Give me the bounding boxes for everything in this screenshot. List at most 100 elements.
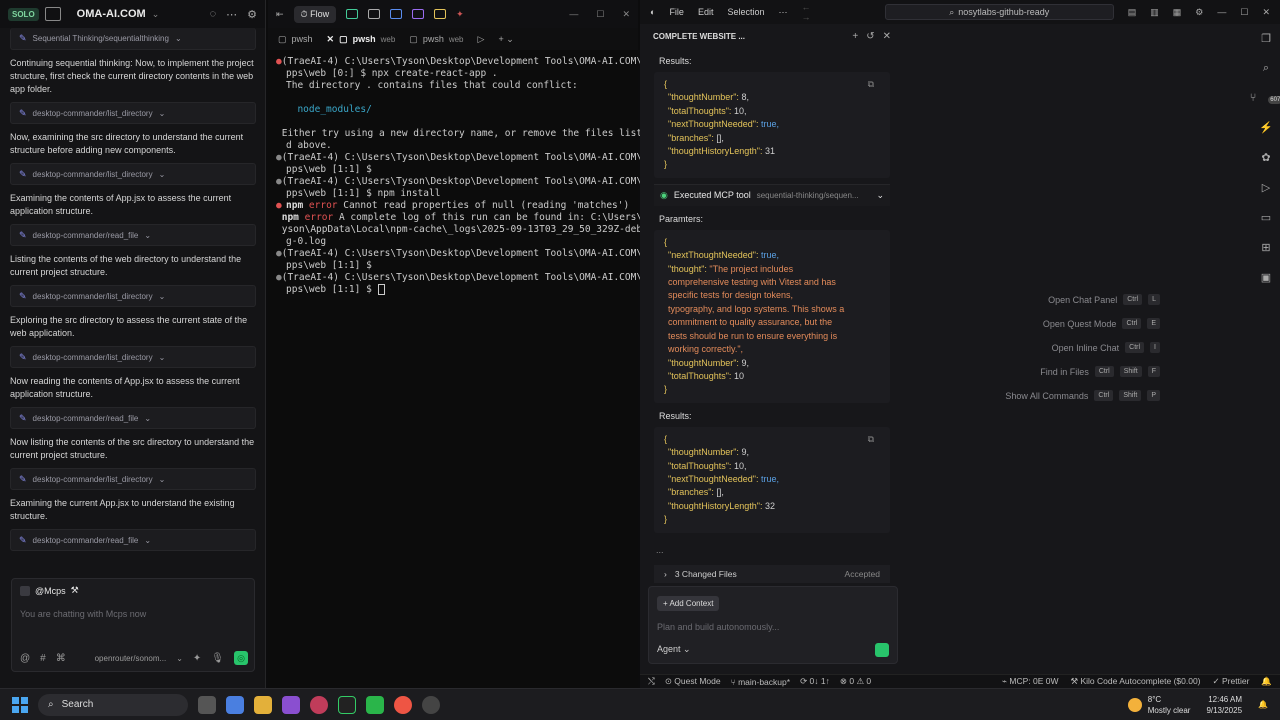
chevron-down-icon[interactable]: ⌄	[152, 9, 160, 20]
opera-icon[interactable]	[310, 695, 328, 714]
message-list[interactable]: ✎ Sequential Thinking/sequentialthinking…	[0, 28, 266, 574]
run-debug-icon[interactable]: ⚡	[1259, 121, 1273, 134]
taskbar-search[interactable]: ⌕ Search	[38, 693, 188, 716]
docs-icon[interactable]	[412, 9, 425, 19]
tool-call-chip[interactable]: ✎ desktop-commander/list_directory ⌄	[10, 468, 256, 490]
send-button[interactable]	[875, 643, 889, 657]
shortcut-hint[interactable]: Open Chat Panel Ctrl L	[1048, 294, 1160, 305]
chat-icon[interactable]: ◌	[210, 8, 217, 21]
github-desktop-icon[interactable]	[422, 695, 440, 714]
model-select[interactable]: openrouter/sonom...	[95, 654, 167, 663]
nav-back-icon[interactable]: ← →	[802, 2, 821, 22]
new-chat-icon[interactable]: +	[852, 31, 858, 42]
chat-placeholder[interactable]: You are chatting with Mcps now	[20, 609, 146, 619]
problems[interactable]: ⊗ 0 ⚠ 0	[840, 676, 871, 687]
mic-icon[interactable]: 🎙	[211, 653, 224, 664]
mention-icon[interactable]: @	[20, 653, 30, 664]
menu-more[interactable]: ···	[779, 7, 788, 17]
add-tab-icon[interactable]: + ⌄	[498, 34, 513, 45]
quest-mode[interactable]: ⊙ Quest Mode	[665, 676, 721, 687]
menu-selection[interactable]: Selection	[727, 7, 764, 17]
chat-input-box[interactable]: @Mcps ⚒ You are chatting with Mcps now @ …	[11, 578, 255, 672]
send-button[interactable]: ◎	[234, 651, 248, 665]
tool-call-chip[interactable]: ✎ desktop-commander/list_directory ⌄	[10, 346, 256, 368]
agent-input-box[interactable]: + Add Context Plan and build autonomousl…	[648, 586, 898, 664]
project-title[interactable]: OMA-AI.COM	[77, 8, 146, 20]
tool-call-chip[interactable]: ✎ desktop-commander/list_directory ⌄	[10, 163, 256, 185]
copy-icon[interactable]: ⧉	[868, 78, 874, 91]
agent-input[interactable]: Plan and build autonomously...	[657, 622, 779, 632]
terminal-output[interactable]: ● (TraeAI-4) C:\Users\Tyson\Desktop\Devel…	[276, 56, 648, 296]
terminal-icon[interactable]	[346, 9, 359, 19]
chevron-down-icon[interactable]: ⌄	[876, 190, 884, 201]
files-icon[interactable]: ❐	[1261, 32, 1271, 45]
task-view-icon[interactable]	[198, 695, 216, 714]
minimize-icon[interactable]: —	[569, 9, 578, 20]
tab-pwsh-3[interactable]: ▢ pwsh web	[409, 34, 463, 45]
tool-call-chip[interactable]: ✎ desktop-commander/list_directory ⌄	[10, 285, 256, 307]
mail-icon[interactable]	[434, 9, 447, 19]
solo-badge[interactable]: SOLO	[8, 7, 39, 21]
mcp-tool-row[interactable]: ◉ Executed MCP tool sequential-thinking/…	[654, 183, 890, 206]
shortcut-hint[interactable]: Open Inline Chat Ctrl I	[1052, 342, 1160, 353]
layout-icon[interactable]	[44, 7, 61, 21]
trae-icon[interactable]	[338, 695, 356, 714]
menu-edit[interactable]: Edit	[698, 7, 714, 17]
kilo-icon[interactable]: ▣	[1261, 271, 1271, 284]
sync-status[interactable]: ⟳ 0↓ 1↑	[800, 676, 830, 687]
back-icon[interactable]: ⇤	[276, 9, 284, 20]
sparkle-icon[interactable]: ✦	[193, 653, 201, 664]
chevron-right-icon[interactable]: ›	[664, 569, 667, 579]
blocks-icon[interactable]: ⊞	[1261, 241, 1270, 254]
branch[interactable]: ⑂ main-backup*	[731, 677, 790, 687]
tool-call-chip[interactable]: ✎ desktop-commander/list_directory ⌄	[10, 102, 256, 124]
history-icon[interactable]: ↺	[866, 31, 874, 42]
panel-icon[interactable]: ▦	[1173, 7, 1182, 18]
close-icon[interactable]: ✕	[883, 31, 891, 42]
search-icon[interactable]: ⌕	[1263, 62, 1269, 75]
layout-icon[interactable]: ▤	[1128, 7, 1137, 18]
terminal-app-icon[interactable]	[366, 695, 384, 714]
shortcut-hint[interactable]: Open Quest Mode Ctrl E	[1043, 318, 1160, 329]
agent-mention[interactable]: @Mcps ⚒	[20, 585, 79, 596]
minimize-icon[interactable]: —	[1217, 7, 1226, 18]
figma-icon[interactable]: ✦	[456, 9, 464, 20]
shortcut-hint[interactable]: Find in Files Ctrl Shift F	[1040, 366, 1160, 377]
maximize-icon[interactable]: ☐	[1240, 7, 1248, 18]
remote-icon[interactable]: ▭	[1261, 211, 1271, 224]
kilo-status[interactable]: ⚒ Kilo Code Autocomplete ($0.00)	[1071, 676, 1201, 687]
add-context-button[interactable]: + Add Context	[657, 596, 720, 611]
close-icon[interactable]: ✕	[622, 9, 630, 20]
more-icon[interactable]: ⋯	[226, 8, 237, 21]
weather-widget[interactable]: 8°C Mostly clear	[1127, 694, 1190, 716]
prettier-status[interactable]: ✓ Prettier	[1213, 676, 1250, 687]
flow-button[interactable]: ⏱ Flow	[293, 5, 337, 23]
changed-files-row[interactable]: › 3 Changed Files Accepted	[654, 564, 890, 583]
shortcut-hint[interactable]: Show All Commands Ctrl Shift P	[1005, 390, 1160, 401]
extensions-icon[interactable]: ✿	[1261, 151, 1270, 164]
file-explorer-icon[interactable]	[254, 695, 272, 714]
windows-start-icon[interactable]	[12, 696, 28, 713]
mcp-icon[interactable]: ⌘	[56, 653, 66, 664]
browser-icon[interactable]	[390, 9, 403, 19]
source-control-icon[interactable]: ⑂ 607	[1250, 92, 1280, 104]
chevron-down-icon[interactable]: ⌄	[176, 654, 183, 663]
tool-call-chip[interactable]: ✎ desktop-commander/read_file ⌄	[10, 529, 256, 551]
sidebar-icon[interactable]: ▥	[1150, 7, 1159, 18]
bell-icon[interactable]: 🔔	[1261, 676, 1272, 687]
close-icon[interactable]: ✕	[1262, 7, 1270, 18]
maximize-icon[interactable]: ☐	[596, 9, 604, 20]
mcp-status[interactable]: ⌁ MCP: 0E 0W	[1002, 676, 1059, 687]
copy-icon[interactable]: ⧉	[868, 433, 874, 446]
tab-pwsh-1[interactable]: ▢ pwsh	[278, 34, 313, 45]
chrome-icon[interactable]	[394, 695, 412, 714]
hash-icon[interactable]: #	[40, 653, 46, 664]
remote-icon[interactable]: ⤭	[648, 676, 655, 687]
tool-call-chip[interactable]: ✎ desktop-commander/read_file ⌄	[10, 407, 256, 429]
tool-call-chip[interactable]: ✎ desktop-commander/read_file ⌄	[10, 224, 256, 246]
play-icon[interactable]: ▷	[1262, 181, 1270, 194]
system-clock[interactable]: 12:46 AM 9/13/2025	[1206, 694, 1242, 716]
teams-icon[interactable]	[282, 695, 300, 714]
copilot-icon[interactable]	[226, 695, 244, 714]
agent-mode-select[interactable]: Agent ⌄	[657, 644, 691, 655]
